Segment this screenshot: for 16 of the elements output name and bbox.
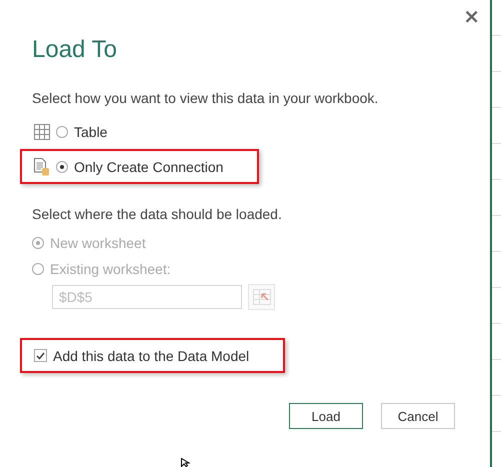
radio-button[interactable] [56, 126, 68, 138]
option-label: Existing worksheet: [50, 261, 171, 277]
table-icon [34, 124, 50, 140]
option-label: New worksheet [50, 235, 146, 251]
view-prompt: Select how you want to view this data in your workbook. [32, 90, 380, 106]
radio-button[interactable] [56, 160, 68, 172]
cancel-button[interactable]: Cancel [381, 403, 455, 429]
dialog-title: Load To [32, 36, 118, 64]
close-button[interactable]: × [459, 4, 484, 28]
checkbox-label: Add this data to the Data Model [53, 348, 250, 364]
option-label: Only Create Connection [74, 158, 224, 174]
location-prompt: Select where the data should be loaded. [32, 206, 283, 222]
option-label: Table [74, 124, 108, 140]
load-button[interactable]: Load [289, 403, 363, 429]
document-icon [34, 158, 50, 176]
checkbox[interactable] [34, 349, 47, 362]
